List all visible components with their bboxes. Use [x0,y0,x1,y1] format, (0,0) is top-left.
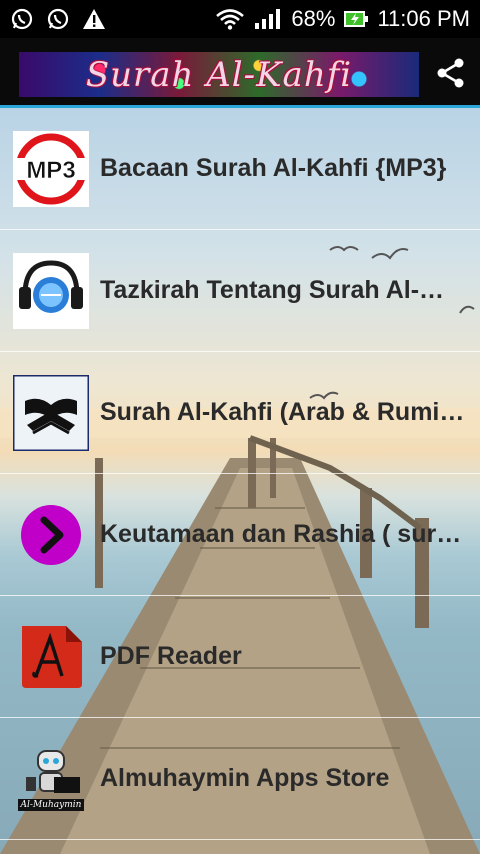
notification-icons [10,7,106,31]
robot-icon: Al-Muhaymin [13,741,89,817]
quran-icon [13,374,89,451]
item-label: Almuhaymin Apps Store [100,764,390,792]
list-item-apps-store[interactable]: Al-Muhaymin Almuhaymin Apps Store [0,718,480,840]
item-label: Keutamaan dan Rashia ( sur… [100,520,462,548]
item-label: Surah Al-Kahfi (Arab & Rumi… [100,398,465,426]
share-button[interactable] [434,56,468,90]
list-item-tazkirah[interactable]: Tazkirah Tentang Surah Al-… [0,230,480,352]
list-item-mp3[interactable]: MP3 Bacaan Surah Al-Kahfi {MP3} [0,108,480,230]
item-label: PDF Reader [100,642,242,670]
wifi-icon [215,8,245,30]
list-item-pdf-reader[interactable]: PDF Reader [0,596,480,718]
pdf-icon [13,619,89,695]
banner-title: Surah Al-Kahfi [85,54,353,95]
battery-charging-icon [343,9,369,29]
share-icon [437,58,464,88]
app-banner: Surah Al-Kahfi [19,52,419,97]
warning-icon [82,8,106,30]
status-bar: 68% 11:06 PM [0,0,480,38]
menu-list: MP3 Bacaan Surah Al-Kahfi {MP3} Tazkirah… [0,108,480,840]
chevron-right-icon [13,497,89,573]
whatsapp-icon [10,7,34,31]
list-item-keutamaan[interactable]: Keutamaan dan Rashia ( sur… [0,474,480,596]
whatsapp-icon [46,7,70,31]
signal-icon [253,7,283,31]
battery-percent: 68% [291,6,336,31]
svg-text:MP3: MP3 [26,157,75,184]
mp3-icon: MP3 [13,130,89,207]
item-label: Bacaan Surah Al-Kahfi {MP3} [100,154,447,182]
clock: 11:06 PM [377,6,470,31]
item-label: Tazkirah Tentang Surah Al-… [100,276,445,304]
headphones-icon [13,252,89,329]
system-status: 68% 11:06 PM [215,6,470,32]
robot-icon-caption: Al-Muhaymin [17,798,85,811]
list-item-surah-text[interactable]: Surah Al-Kahfi (Arab & Rumi… [0,352,480,474]
app-bar: Surah Al-Kahfi [0,38,480,108]
